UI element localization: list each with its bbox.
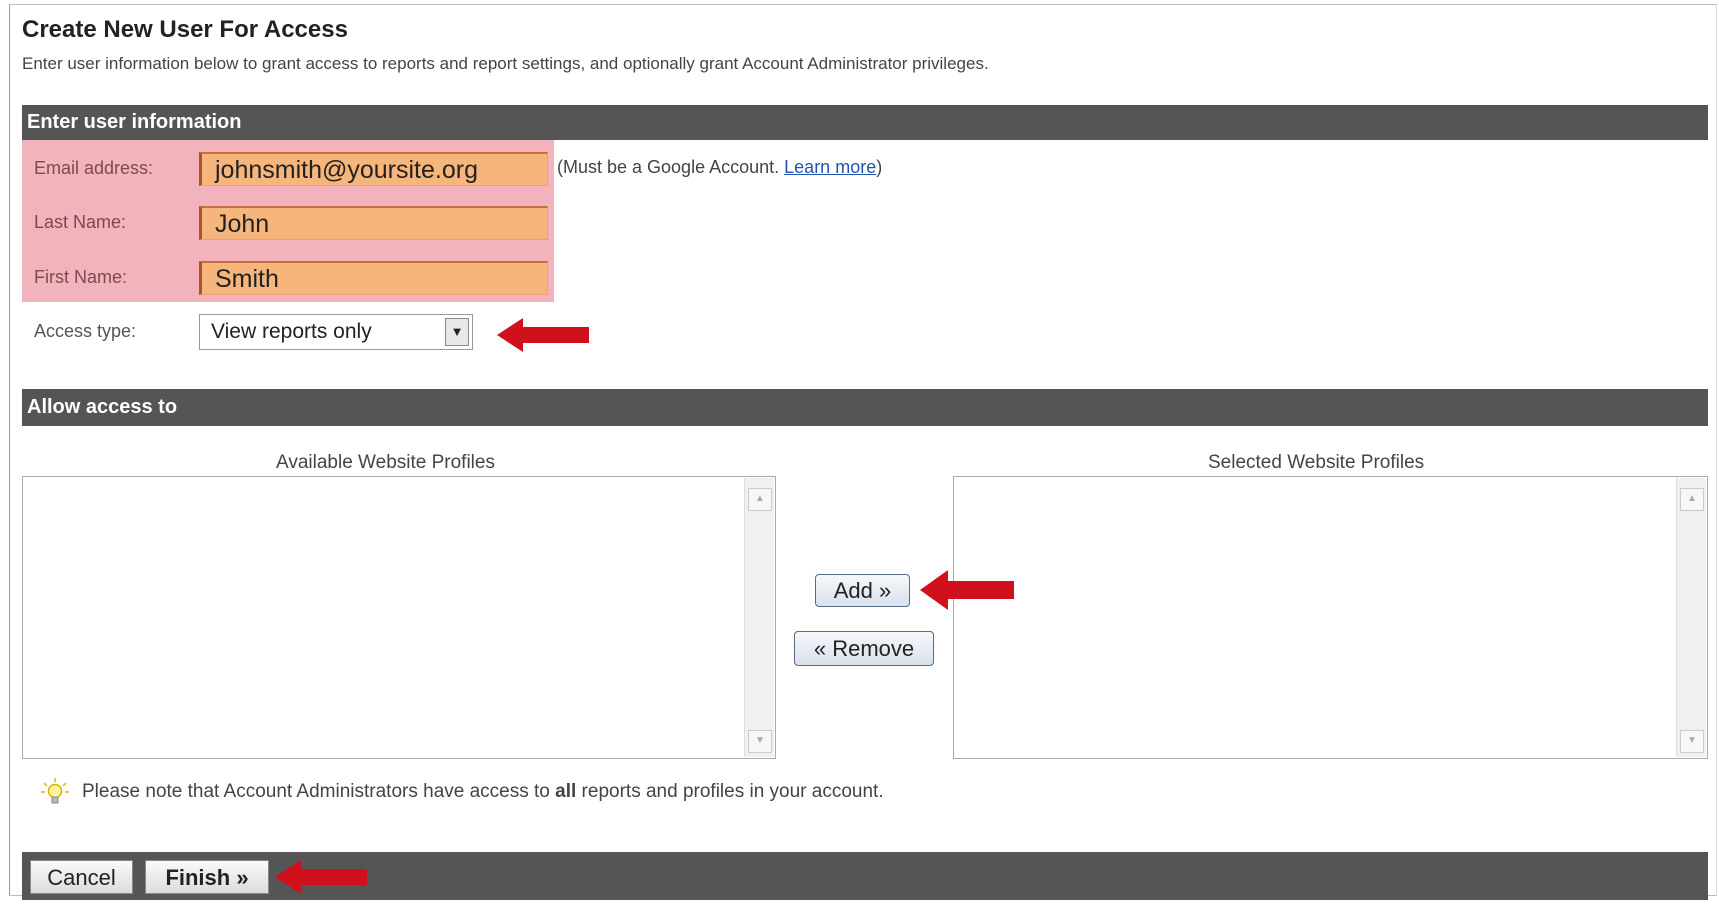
- first-name-field[interactable]: Smith: [199, 261, 548, 295]
- access-type-select[interactable]: View reports only ▼: [199, 314, 473, 350]
- selected-profiles-label: Selected Website Profiles: [1208, 452, 1425, 473]
- available-profiles-label: Available Website Profiles: [276, 452, 495, 473]
- email-hint: (Must be a Google Account. Learn more): [557, 157, 882, 178]
- note-text-end: reports and profiles in your account.: [576, 781, 884, 802]
- scroll-up-icon[interactable]: ▲: [748, 488, 772, 511]
- access-type-label: Access type:: [34, 321, 137, 341]
- remove-button[interactable]: « Remove: [794, 631, 934, 666]
- page-subtitle: Enter user information below to grant ac…: [22, 54, 989, 73]
- available-profiles-list[interactable]: ▲ ▼: [22, 476, 776, 759]
- allow-access-header: Allow access to: [22, 389, 1708, 426]
- scroll-down-icon[interactable]: ▼: [1680, 730, 1704, 753]
- email-field[interactable]: johnsmith@yoursite.org: [199, 152, 548, 186]
- scroll-up-icon[interactable]: ▲: [1680, 488, 1704, 511]
- finish-button[interactable]: Finish »: [145, 860, 269, 894]
- first-name-label: First Name:: [34, 267, 128, 287]
- note-emphasis: all: [555, 781, 577, 802]
- cancel-button[interactable]: Cancel: [30, 860, 133, 894]
- chevron-down-icon[interactable]: ▼: [445, 318, 469, 346]
- annotation-arrow-icon: [275, 860, 367, 894]
- selected-profiles-list[interactable]: ▲ ▼: [953, 476, 1708, 759]
- scroll-down-icon[interactable]: ▼: [748, 730, 772, 753]
- access-type-value: View reports only: [211, 320, 372, 343]
- email-hint-close: ): [876, 157, 883, 177]
- last-name-field[interactable]: John: [199, 206, 548, 240]
- available-list-scrollbar[interactable]: ▲ ▼: [744, 478, 774, 757]
- admin-note: Please note that Account Administrators …: [82, 781, 884, 803]
- email-label: Email address:: [34, 158, 154, 178]
- learn-more-link[interactable]: Learn more: [784, 157, 876, 177]
- user-info-header: Enter user information: [22, 105, 1708, 140]
- page-title: Create New User For Access: [22, 16, 348, 43]
- note-text: Please note that Account Administrators …: [82, 781, 556, 802]
- email-hint-text: (Must be a Google Account.: [557, 157, 780, 177]
- selected-list-scrollbar[interactable]: ▲ ▼: [1676, 478, 1706, 757]
- last-name-label: Last Name:: [34, 212, 127, 232]
- annotation-arrow-icon: [497, 318, 589, 352]
- annotation-arrow-icon: [920, 570, 1014, 610]
- lightbulb-icon: [41, 778, 69, 804]
- add-button[interactable]: Add »: [815, 574, 910, 607]
